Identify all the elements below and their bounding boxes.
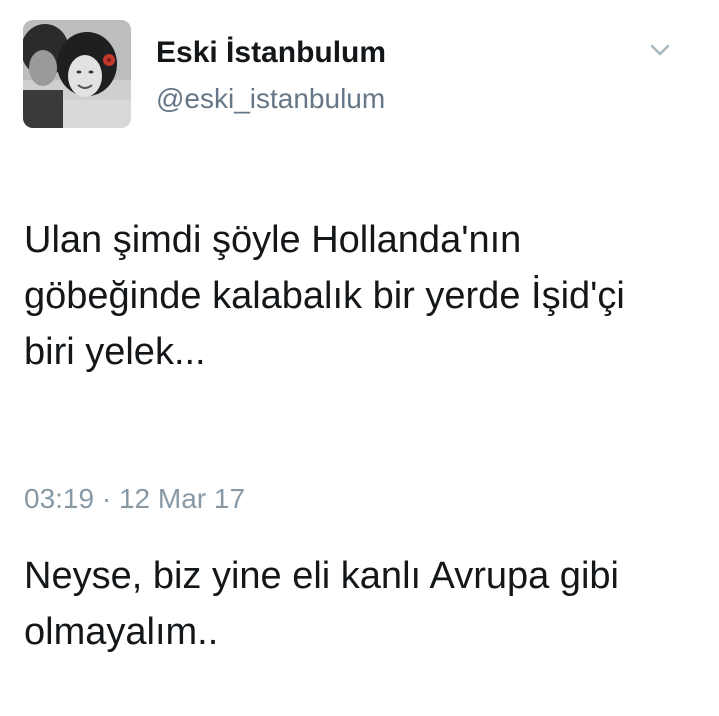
tweet-timestamp[interactable]: 03:19 · 12 Mar 17 <box>24 483 245 515</box>
tweet-paragraph: Ulan şimdi şöyle Hollanda'nın göbeğinde … <box>24 219 625 373</box>
profile-photo-icon <box>23 20 131 128</box>
tweet-card: Eski İstanbulum @eski_istanbulum Ulan şi… <box>0 0 719 653</box>
user-handle[interactable]: @eski_istanbulum <box>156 83 385 115</box>
tweet-text: Ulan şimdi şöyle Hollanda'nın göbeğinde … <box>24 156 704 716</box>
display-name[interactable]: Eski İstanbulum <box>156 36 386 70</box>
chevron-down-icon[interactable] <box>646 40 674 60</box>
tweet-paragraph: Neyse, biz yine eli kanlı Avrupa gibi ol… <box>24 555 619 653</box>
avatar[interactable] <box>23 20 131 128</box>
